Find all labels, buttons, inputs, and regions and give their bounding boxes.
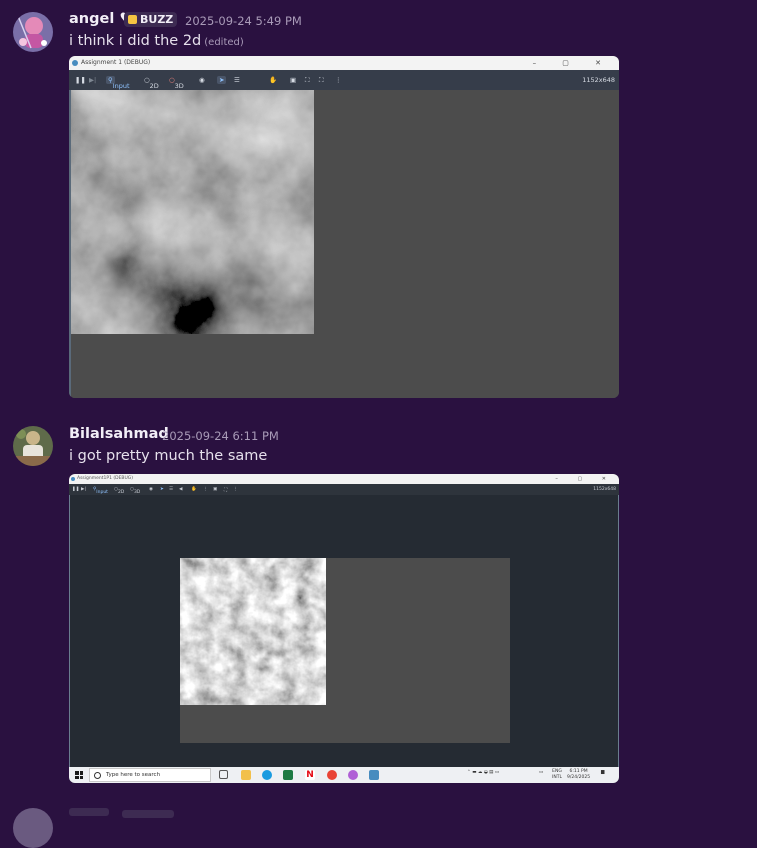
netflix-icon: N xyxy=(305,770,315,780)
mode-2d: ○ 2D xyxy=(114,487,125,495)
noise-texture xyxy=(71,90,314,334)
avatar[interactable] xyxy=(13,12,53,52)
mode-3d: ○ 3D xyxy=(130,487,141,495)
more-icon: ⋮ xyxy=(203,487,208,492)
window-title: Assignment1P1 (DEBUG) xyxy=(77,476,134,481)
badge-placeholder xyxy=(122,810,174,818)
timestamp: 2025-09-24 5:49 PM xyxy=(185,14,302,28)
select-icon: ➤ xyxy=(217,76,227,84)
more-icon: ⋮ xyxy=(335,76,342,84)
avatar[interactable] xyxy=(13,426,53,466)
mode-2d: ○ 2D xyxy=(144,76,159,90)
heart-icon xyxy=(128,15,137,24)
discord-icon xyxy=(348,770,358,780)
username[interactable]: angel ♥ xyxy=(69,11,132,27)
list-icon: ☰ xyxy=(234,76,240,84)
frame-icon: ▣ xyxy=(213,487,218,492)
editor-toolbar: ❚❚ ▶| ⚲ Input ○ 2D ○ 3D ◉ ➤ ☰ ✋ ▣ ⛶ ⛶ ⋮ … xyxy=(69,70,619,90)
eye-icon: ◉ xyxy=(149,487,153,492)
language-primary: ENG xyxy=(552,769,562,774)
godot-app-icon xyxy=(71,477,75,481)
avatar[interactable] xyxy=(13,808,53,848)
notification-icon: ▆ xyxy=(601,770,605,775)
more-icon: ⋮ xyxy=(233,487,238,492)
step-icon: ▶| xyxy=(81,487,86,492)
file-explorer-icon xyxy=(241,770,251,780)
input-label: Input xyxy=(112,82,130,90)
window-titlebar: Assignment1P1 (DEBUG) – ▢ ✕ xyxy=(69,474,619,484)
resolution-label: 1152x648 xyxy=(593,487,616,492)
mode-2d-label: 2D xyxy=(149,82,159,90)
chrome-icon xyxy=(327,770,337,780)
language-secondary: INTL xyxy=(552,775,562,780)
edited-label: (edited) xyxy=(204,37,244,48)
network-icon: ▭ xyxy=(539,770,544,775)
window-title: Assignment 1 (DEBUG) xyxy=(81,59,151,66)
sound-icon: ◀ xyxy=(179,487,183,492)
hand-icon: ✋ xyxy=(269,76,278,84)
godot-icon xyxy=(369,770,379,780)
timestamp: 2025-09-24 6:11 PM xyxy=(162,429,279,443)
godot-app-icon xyxy=(72,60,78,66)
editor-toolbar: ❚❚ ▶| ⚲ Input ○ 2D ○ 3D ◉ ➤ ☰ ◀ ✋ ⋮ ▣ ⛶ … xyxy=(69,484,619,495)
windows-start-icon xyxy=(75,771,83,779)
step-icon: ▶| xyxy=(89,76,97,84)
message-body: i think i did the 2d xyxy=(69,33,202,49)
clock-date: 9/24/2025 xyxy=(567,775,591,780)
camera-icon: ⛶ xyxy=(224,488,228,493)
pause-icon: ❚❚ xyxy=(75,76,86,84)
image-attachment[interactable]: Assignment1P1 (DEBUG) – ▢ ✕ ❚❚ ▶| ⚲ Inpu… xyxy=(69,474,619,783)
list-icon: ☰ xyxy=(169,487,174,492)
window-titlebar: Assignment 1 (DEBUG) – ▢ ✕ xyxy=(69,56,619,70)
eye-icon: ◉ xyxy=(199,76,205,84)
hand-icon: ✋ xyxy=(191,487,197,492)
badge-label: BUZZ xyxy=(140,13,174,26)
task-view-icon xyxy=(219,770,228,779)
username[interactable]: Bilalsahmad xyxy=(69,426,169,442)
excel-icon xyxy=(283,770,293,780)
search-placeholder: Type here to search xyxy=(106,772,161,778)
taskbar-search: Type here to search xyxy=(89,768,211,782)
image-attachment[interactable]: Assignment 1 (DEBUG) – ▢ ✕ ❚❚ ▶| ⚲ Input… xyxy=(69,56,619,398)
input-toggle: ⚲ Input xyxy=(106,76,130,90)
server-tag-badge[interactable]: BUZZ xyxy=(124,12,178,27)
system-tray-icons: ⌃ ▬ ☁ ◒ ▤ ▭ xyxy=(467,770,500,775)
fullscreen-icon: ⛶ xyxy=(319,76,324,84)
search-icon xyxy=(94,772,101,779)
camera-icon: ⛶ xyxy=(305,76,310,84)
window-controls: – ▢ ✕ xyxy=(555,476,615,482)
select-icon: ➤ xyxy=(160,487,164,492)
resolution-label: 1152x648 xyxy=(582,76,615,84)
message-text: i think i did the 2d (edited) xyxy=(69,33,244,49)
window-controls: – ▢ ✕ xyxy=(532,59,613,67)
message-text: i got pretty much the same xyxy=(69,448,268,464)
edge-icon xyxy=(262,770,272,780)
mode-3d: ○ 3D xyxy=(169,76,184,90)
taskbar-clock: 6:11 PM 9/24/2025 xyxy=(567,769,590,781)
pause-icon: ❚❚ xyxy=(72,487,80,492)
mode-3d-label: 3D xyxy=(174,82,184,90)
input-toggle: ⚲ Input xyxy=(93,487,108,495)
clock-time: 6:11 PM xyxy=(569,769,588,774)
noise-texture xyxy=(180,558,326,705)
taskbar-language: ENG INTL xyxy=(552,769,562,781)
game-viewport xyxy=(69,495,619,767)
frame-icon: ▣ xyxy=(290,76,297,84)
windows-taskbar: Type here to search N ⌃ ▬ ☁ ◒ ▤ ▭ ▭ ENG … xyxy=(69,767,619,783)
